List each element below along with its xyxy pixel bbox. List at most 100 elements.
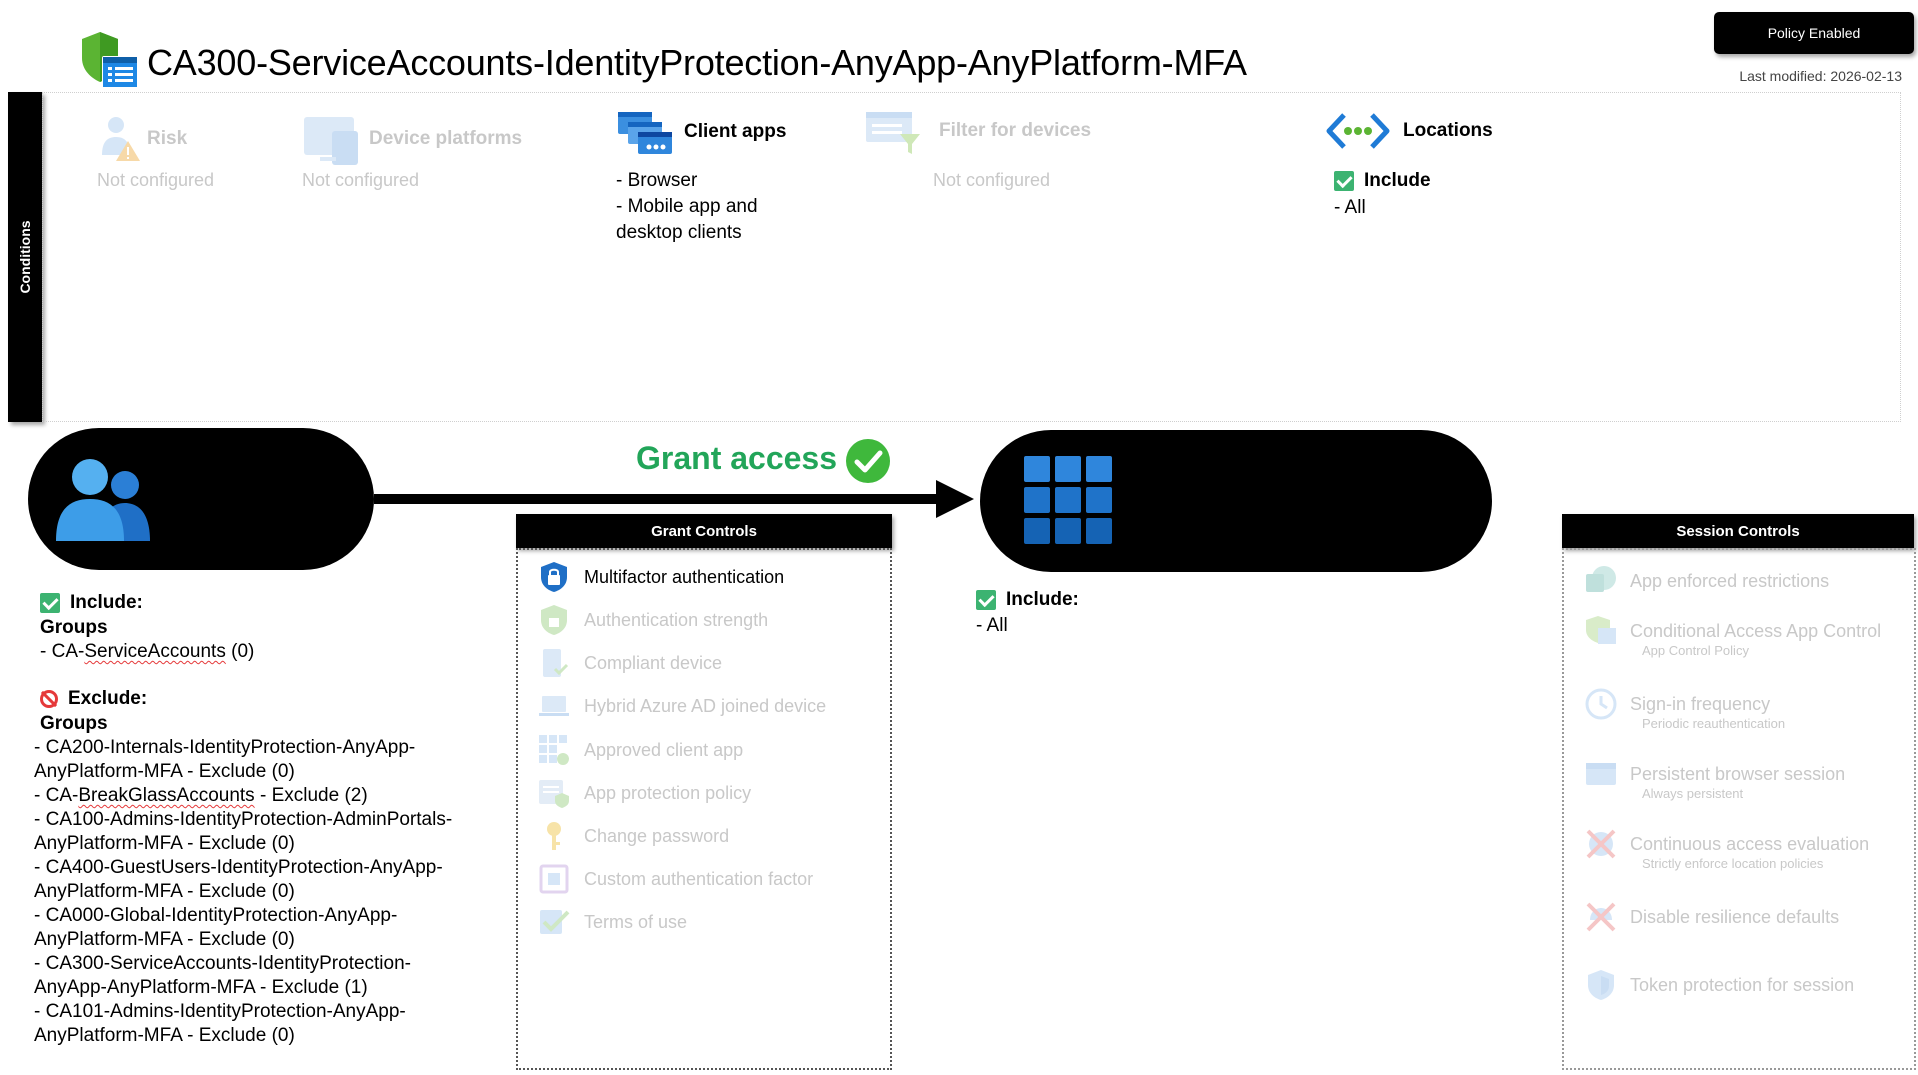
shield-lock-icon	[538, 604, 570, 636]
no-entry-icon	[40, 690, 58, 708]
exclude-group-line: AnyPlatform-MFA - Exclude (0)	[34, 1025, 295, 1046]
grant-control-item: Multifactor authentication	[538, 560, 784, 594]
session-control-item: Disable resilience defaults	[1584, 900, 1839, 934]
clock-icon	[1584, 687, 1618, 721]
client-apps-title: Client apps	[684, 121, 787, 142]
grant-controls-panel: Multifactor authentication Authentication…	[516, 548, 892, 1070]
grant-check-icon	[845, 438, 891, 484]
app-protection-icon	[538, 777, 570, 809]
cae-icon	[1584, 827, 1618, 861]
page-title: CA300-ServiceAccounts-IdentityProtection…	[147, 42, 1247, 83]
exclude-group-line: AnyPlatform-MFA - Exclude (0)	[34, 833, 295, 854]
locations-include: Include	[1334, 170, 1431, 192]
grant-control-item: Approved client app	[538, 733, 743, 767]
session-control-text: Conditional Access App Control App Contro…	[1630, 614, 1881, 660]
check-icon	[976, 590, 996, 610]
session-control-item: Sign-in frequency Periodic reauthenticati…	[1584, 687, 1785, 733]
grant-control-label: Hybrid Azure AD joined device	[584, 695, 827, 716]
users-exclude-type: Groups	[40, 713, 108, 734]
users-exclude-label: Exclude:	[68, 688, 148, 709]
session-control-text: Continuous access evaluation Strictly enf…	[1630, 827, 1869, 873]
device-platforms-icon	[302, 113, 362, 168]
users-exclude-list: - CA200-Internals-IdentityProtection-Any…	[34, 736, 452, 1048]
exclude-group-line: AnyPlatform-MFA - Exclude (0)	[34, 881, 295, 902]
client-apps-icon	[616, 110, 674, 156]
breakglass-suffix: - Exclude (2)	[254, 785, 368, 806]
policy-status-badge: Policy Enabled	[1714, 12, 1914, 54]
session-control-item: Token protection for session	[1584, 968, 1854, 1002]
exclude-group-line: AnyPlatform-MFA - Exclude (0)	[34, 761, 295, 782]
breakglass-underlined: BreakGlassAccounts	[78, 785, 255, 806]
grant-control-item: Compliant device	[538, 646, 722, 680]
session-control-text: Token protection for session	[1630, 968, 1854, 996]
last-modified-text: Last modified: 2026-02-13	[1739, 68, 1902, 84]
cloud-apps-include: Include:	[976, 589, 1079, 611]
grant-control-item: Terms of use	[538, 905, 687, 939]
risk-value: Not configured	[97, 170, 215, 190]
grant-control-label: Custom authentication factor	[584, 868, 814, 889]
session-control-label: Sign-in frequency	[1630, 694, 1771, 714]
session-controls-panel: App enforced restrictions Conditional Acc…	[1562, 548, 1916, 1070]
token-shield-icon	[1584, 968, 1618, 1002]
users-include: Include:	[40, 592, 143, 614]
conditions-tab-label: Conditions	[17, 220, 33, 294]
grant-access-label: Grant access	[636, 440, 838, 476]
device-platforms-value: Not configured	[302, 170, 420, 190]
terms-check-icon	[538, 906, 570, 938]
session-control-label: Continuous access evaluation	[1630, 834, 1870, 854]
app-control-icon	[1584, 614, 1618, 648]
grant-control-label: Authentication strength	[584, 609, 769, 630]
include-item-name: ServiceAccounts	[84, 641, 226, 662]
sharepoint-icon	[1584, 564, 1618, 598]
cloud-apps-label: All cloud apps	[1132, 484, 1331, 516]
session-control-text: Disable resilience defaults	[1630, 900, 1839, 928]
grant-control-item: Authentication strength	[538, 603, 768, 637]
exclude-group-line: - CA-BreakGlassAccounts - Exclude (2)	[34, 784, 452, 808]
grant-control-label: Approved client app	[584, 739, 744, 760]
grant-controls-header: Grant Controls	[516, 514, 892, 548]
exclude-group-line: - CA300-ServiceAccounts-IdentityProtecti…	[34, 953, 411, 974]
session-control-label: Conditional Access App Control	[1630, 621, 1882, 641]
session-control-item: App enforced restrictions	[1584, 564, 1829, 598]
locations-icon	[1326, 112, 1390, 150]
grant-control-item: Custom authentication factor	[538, 862, 813, 896]
browser-icon	[1584, 757, 1618, 791]
compliant-device-icon	[538, 647, 570, 679]
users-include-type: Groups	[40, 617, 108, 638]
include-item-suffix: (0)	[225, 641, 255, 662]
conditions-tab: Conditions	[8, 92, 42, 422]
session-control-sub: Always persistent	[1642, 786, 1744, 801]
risk-title: Risk	[147, 128, 188, 149]
session-control-label: Persistent browser session	[1630, 764, 1846, 784]
exclude-group-line: AnyPlatform-MFA - Exclude (0)	[34, 929, 295, 950]
filter-devices-value: Not configured	[933, 170, 1051, 190]
grant-control-item: Hybrid Azure AD joined device	[538, 689, 826, 723]
users-label: Users	[179, 481, 260, 513]
policy-shield-icon	[78, 30, 140, 92]
exclude-group-line: AnyApp-AnyPlatform-MFA - Exclude (1)	[34, 977, 368, 998]
users-exclude: Exclude:	[40, 688, 147, 710]
check-icon	[40, 593, 60, 613]
risk-icon	[98, 115, 142, 163]
cloud-apps-include-label: Include:	[1006, 589, 1079, 610]
grant-control-label: Terms of use	[584, 911, 688, 932]
session-control-label: App enforced restrictions	[1630, 571, 1830, 591]
filter-devices-icon	[864, 108, 922, 156]
locations-include-value: - All	[1334, 197, 1366, 218]
client-apps-list: - Browser - Mobile app and desktop clien…	[616, 170, 758, 243]
session-control-text: Sign-in frequency Periodic reauthenticati…	[1630, 687, 1785, 733]
locations-title: Locations	[1403, 120, 1493, 141]
session-control-sub: Periodic reauthentication	[1642, 716, 1786, 731]
exclude-group-line: - CA100-Admins-IdentityProtection-AdminP…	[34, 809, 453, 830]
grant-control-label: Change password	[584, 825, 730, 846]
laptop-icon	[538, 690, 570, 722]
locations-include-label: Include	[1364, 170, 1431, 191]
include-item-prefix: - CA-	[40, 641, 85, 662]
session-control-sub: Strictly enforce location policies	[1642, 856, 1824, 871]
session-control-text: Persistent browser session Always persist…	[1630, 757, 1845, 803]
grant-control-item: App protection policy	[538, 776, 751, 810]
session-control-item: Continuous access evaluation Strictly enf…	[1584, 827, 1869, 873]
grant-control-label: App protection policy	[584, 782, 752, 803]
custom-factor-icon	[538, 863, 570, 895]
session-control-sub: App Control Policy	[1642, 643, 1749, 658]
